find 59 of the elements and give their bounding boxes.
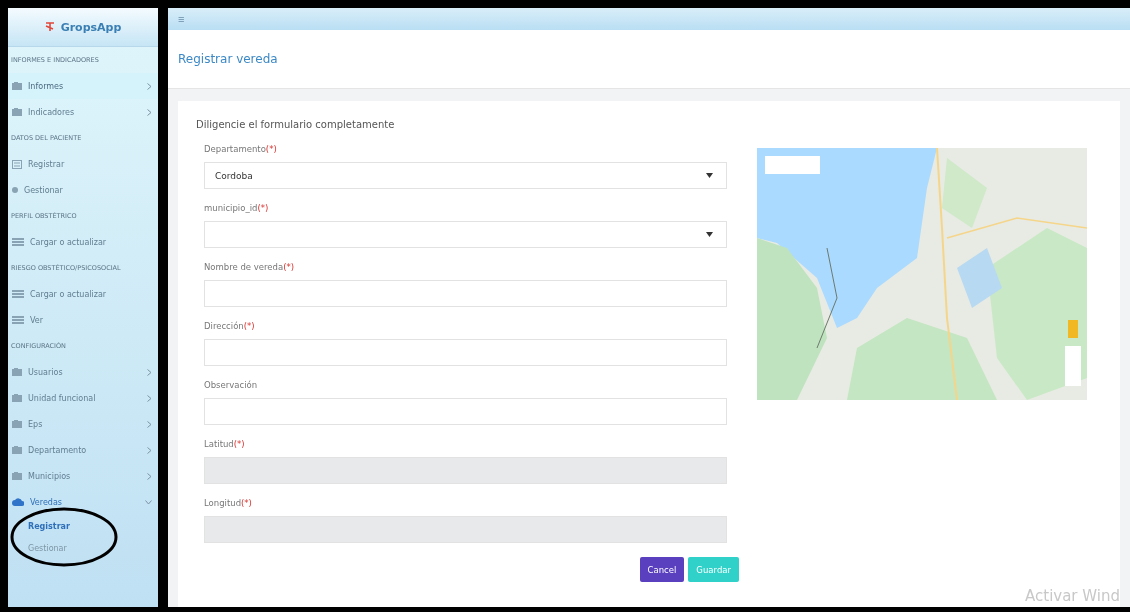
chevron-right-icon — [147, 446, 152, 454]
folder-icon — [12, 446, 22, 454]
field-label: Latitud(*) — [204, 438, 246, 451]
dot-icon — [12, 187, 18, 193]
list-icon — [12, 238, 24, 246]
sidebar-item[interactable]: Cargar o actualizar — [8, 229, 158, 255]
list-icon — [12, 316, 24, 324]
app-name: GropsApp — [60, 20, 122, 34]
field-label: municipio_id(*) — [204, 202, 270, 215]
chevron-right-icon — [147, 368, 152, 376]
sidebar-item[interactable]: Eps — [8, 411, 158, 437]
field-label: Departamento(*) — [204, 143, 278, 156]
submenu-item[interactable]: Registrar — [8, 515, 158, 537]
field-label: Observación — [204, 379, 259, 392]
list-icon — [12, 290, 24, 298]
field-label: Longitud(*) — [204, 497, 253, 510]
save-button[interactable]: Guardar — [688, 557, 739, 582]
chevron-down-icon — [145, 499, 152, 505]
chevron-right-icon — [147, 108, 152, 116]
sidebar-item[interactable]: Registrar — [8, 151, 158, 177]
folder-icon — [12, 108, 22, 116]
input-field[interactable] — [204, 280, 727, 307]
cloud-icon — [12, 498, 24, 506]
folder-icon — [12, 394, 22, 402]
chevron-right-icon — [147, 394, 152, 402]
sidebar-item[interactable]: Ver — [8, 307, 158, 333]
chevron-right-icon — [147, 472, 152, 480]
form-icon — [12, 159, 22, 169]
input-field[interactable] — [204, 339, 727, 366]
cancel-button[interactable]: Cancel — [639, 557, 685, 582]
page-title: Registrar vereda — [178, 52, 278, 66]
sidebar-item[interactable]: Indicadores — [8, 99, 158, 125]
folder-icon — [12, 472, 22, 480]
caret-icon — [706, 232, 713, 237]
sidebar-item[interactable]: Informes — [8, 73, 158, 99]
submenu-item[interactable]: Gestionar — [8, 537, 158, 559]
field-label: Dirección(*) — [204, 320, 256, 333]
sidebar-item[interactable]: Departamento — [8, 437, 158, 463]
form-heading: Diligencie el formulario completamente — [196, 119, 396, 130]
select-field[interactable] — [204, 221, 727, 248]
sidebar-item[interactable]: Veredas — [8, 489, 158, 515]
caret-icon — [706, 173, 713, 178]
field-label: Nombre de vereda(*) — [204, 261, 296, 274]
input-field[interactable] — [204, 398, 727, 425]
chevron-right-icon — [147, 420, 152, 428]
sidebar-item[interactable]: Gestionar — [8, 177, 158, 203]
sidebar-item[interactable]: Municipios — [8, 463, 158, 489]
logo-icon — [44, 22, 55, 32]
sidebar-item[interactable]: Cargar o actualizar — [8, 281, 158, 307]
folder-icon — [12, 420, 22, 428]
menu-button[interactable]: ≡ — [178, 13, 185, 25]
select-field[interactable]: Cordoba — [204, 162, 727, 189]
input-field[interactable] — [204, 516, 727, 543]
chevron-right-icon — [147, 82, 152, 90]
folder-icon — [12, 82, 22, 90]
input-field[interactable] — [204, 457, 727, 484]
sidebar-item[interactable]: Usuarios — [8, 359, 158, 385]
folder-icon — [12, 368, 22, 376]
sidebar-item[interactable]: Unidad funcional — [8, 385, 158, 411]
